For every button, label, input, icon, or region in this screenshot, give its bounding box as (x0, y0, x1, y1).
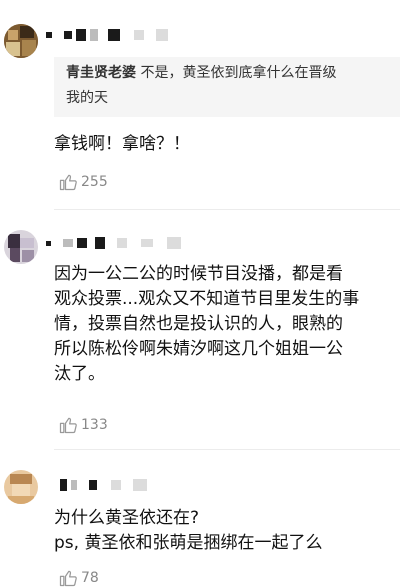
quote-text-line-2: 我的天 (66, 90, 108, 106)
comment-text-line: 所以陈松伶啊朱婧汐啊这几个姐姐一公 (54, 339, 343, 359)
comment-2: 因为一公二公的时候节目没播，都是看 观众投票...观众又不知道节目里发生的事 情… (0, 210, 400, 450)
comment-text-line: 汰了。 (54, 364, 105, 384)
like-button[interactable]: 78 (58, 568, 99, 588)
avatar-image (4, 24, 38, 58)
like-button[interactable]: 133 (58, 415, 108, 435)
quote-text-line-1: 不是，黄圣依到底拿什么在晋级 (136, 65, 337, 81)
comment-text: 为什么黄圣依还在? ps, 黄圣依和张萌是捆绑在一起了么 (54, 506, 400, 556)
comment-text-line: 观众投票...观众又不知道节目里发生的事 (54, 289, 360, 309)
avatar[interactable] (4, 24, 38, 58)
username-blurred[interactable] (46, 28, 168, 42)
comment-text: 拿钱啊！拿啥？！ (54, 132, 400, 157)
avatar[interactable] (4, 230, 38, 264)
quoted-reply[interactable]: 青圭贤老婆 不是，黄圣依到底拿什么在晋级 我的天 (54, 57, 400, 117)
username-blurred[interactable] (46, 236, 181, 250)
avatar-image (4, 230, 38, 264)
username-blurred[interactable] (60, 478, 147, 492)
comment-text-line: ps, 黄圣依和张萌是捆绑在一起了么 (54, 533, 323, 553)
comment-text: 因为一公二公的时候节目没播，都是看 观众投票...观众又不知道节目里发生的事 情… (54, 262, 400, 387)
comment-text-line: 因为一公二公的时候节目没播，都是看 (54, 264, 343, 284)
like-count: 255 (81, 174, 108, 190)
comment-text-line: 为什么黄圣依还在? (54, 508, 200, 528)
like-count: 78 (81, 570, 99, 586)
quote-username[interactable]: 青圭贤老婆 (66, 65, 136, 81)
like-count: 133 (81, 417, 108, 433)
thumbs-up-icon (59, 417, 77, 434)
like-button[interactable]: 255 (58, 172, 108, 192)
thumbs-up-icon (59, 174, 77, 191)
comment-text-line: 拿钱啊！拿啥？！ (54, 134, 190, 154)
avatar-image (4, 470, 38, 504)
comment-text-line: 情，投票自然也是投认识的人，眼熟的 (54, 314, 343, 334)
thumbs-up-icon (59, 570, 77, 587)
comment-3: 为什么黄圣依还在? ps, 黄圣依和张萌是捆绑在一起了么 78 (0, 450, 400, 587)
comment-1: 青圭贤老婆 不是，黄圣依到底拿什么在晋级 我的天 拿钱啊！拿啥？！ 255 (0, 0, 400, 210)
avatar[interactable] (4, 470, 38, 504)
